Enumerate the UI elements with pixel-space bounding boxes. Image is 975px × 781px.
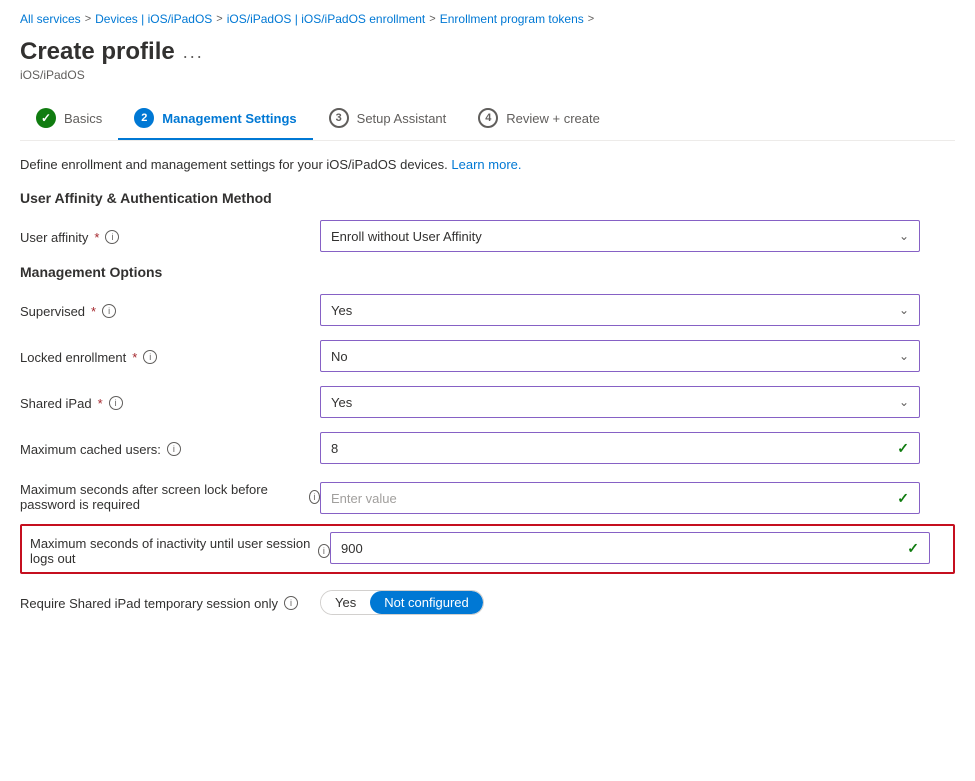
label-inactivity-text: Maximum seconds of inactivity until user… — [30, 536, 312, 566]
required-star-user-affinity: * — [94, 230, 99, 245]
tab-setup[interactable]: 3 Setup Assistant — [313, 98, 463, 140]
control-inactivity: 900 ✓ — [330, 532, 930, 564]
dropdown-shared-ipad[interactable]: Yes ⌄ — [320, 386, 920, 418]
label-screen-lock-text: Maximum seconds after screen lock before… — [20, 482, 303, 512]
tab-review-number: 4 — [478, 108, 498, 128]
dropdown-locked-enrollment-arrow: ⌄ — [899, 349, 909, 363]
label-inactivity: Maximum seconds of inactivity until user… — [30, 532, 330, 566]
label-locked-enrollment-text: Locked enrollment — [20, 350, 126, 365]
info-icon-supervised[interactable]: i — [102, 304, 116, 318]
breadcrumb-sep-4: > — [588, 13, 594, 25]
tab-basics[interactable]: ✓ Basics — [20, 98, 118, 140]
label-screen-lock: Maximum seconds after screen lock before… — [20, 476, 320, 512]
required-star-supervised: * — [91, 304, 96, 319]
tab-setup-label: Setup Assistant — [357, 111, 447, 126]
label-user-affinity-text: User affinity — [20, 230, 88, 245]
label-supervised: Supervised * i — [20, 302, 320, 319]
breadcrumb-ios-enrollment[interactable]: iOS/iPadOS | iOS/iPadOS enrollment — [227, 12, 426, 26]
control-screen-lock: Enter value ✓ — [320, 476, 920, 514]
section-user-affinity-header: User Affinity & Authentication Method — [20, 190, 955, 206]
info-icon-temp-session[interactable]: i — [284, 596, 298, 610]
info-icon-inactivity[interactable]: i — [318, 544, 330, 558]
form-row-locked-enrollment: Locked enrollment * i No ⌄ — [20, 338, 955, 374]
input-inactivity-check: ✓ — [907, 540, 919, 557]
info-icon-locked-enrollment[interactable]: i — [143, 350, 157, 364]
form-row-supervised: Supervised * i Yes ⌄ — [20, 292, 955, 328]
input-screen-lock-placeholder: Enter value — [331, 491, 397, 506]
label-max-cached-users-text: Maximum cached users: — [20, 442, 161, 457]
breadcrumb-sep-1: > — [85, 13, 91, 25]
section-management-options-header: Management Options — [20, 264, 955, 280]
input-max-cached-users-check: ✓ — [897, 440, 909, 457]
info-icon-screen-lock[interactable]: i — [309, 490, 320, 504]
input-screen-lock[interactable]: Enter value ✓ — [320, 482, 920, 514]
label-user-affinity: User affinity * i — [20, 228, 320, 245]
tabs-row: ✓ Basics 2 Management Settings 3 Setup A… — [20, 98, 955, 141]
control-user-affinity: Enroll without User Affinity ⌄ — [320, 220, 920, 252]
label-shared-ipad: Shared iPad * i — [20, 394, 320, 411]
label-shared-ipad-text: Shared iPad — [20, 396, 92, 411]
control-supervised: Yes ⌄ — [320, 294, 920, 326]
required-star-locked: * — [132, 350, 137, 365]
dropdown-shared-ipad-value: Yes — [331, 395, 352, 410]
tab-review[interactable]: 4 Review + create — [462, 98, 616, 140]
input-screen-lock-check: ✓ — [897, 490, 909, 507]
label-locked-enrollment: Locked enrollment * i — [20, 348, 320, 365]
breadcrumb-sep-2: > — [216, 13, 222, 25]
control-shared-ipad: Yes ⌄ — [320, 386, 920, 418]
toggle-yes-option[interactable]: Yes — [321, 591, 370, 614]
breadcrumb-sep-3: > — [429, 13, 435, 25]
dropdown-locked-enrollment[interactable]: No ⌄ — [320, 340, 920, 372]
description-text: Define enrollment and management setting… — [20, 157, 448, 172]
tab-management-label: Management Settings — [162, 111, 296, 126]
tab-basics-label: Basics — [64, 111, 102, 126]
dropdown-supervised[interactable]: Yes ⌄ — [320, 294, 920, 326]
dropdown-user-affinity[interactable]: Enroll without User Affinity ⌄ — [320, 220, 920, 252]
dropdown-supervised-value: Yes — [331, 303, 352, 318]
toggle-temp-session[interactable]: Yes Not configured — [320, 590, 484, 615]
highlighted-row-inactivity: Maximum seconds of inactivity until user… — [20, 524, 955, 574]
control-max-cached-users: 8 ✓ — [320, 432, 920, 464]
toggle-not-configured-option[interactable]: Not configured — [370, 591, 483, 614]
label-supervised-text: Supervised — [20, 304, 85, 319]
tab-management[interactable]: 2 Management Settings — [118, 98, 312, 140]
label-max-cached-users: Maximum cached users: i — [20, 440, 320, 457]
learn-more-link[interactable]: Learn more. — [451, 157, 521, 172]
page-subtitle: iOS/iPadOS — [20, 68, 955, 82]
info-icon-user-affinity[interactable]: i — [105, 230, 119, 244]
dropdown-user-affinity-arrow: ⌄ — [899, 229, 909, 243]
breadcrumb: All services > Devices | iOS/iPadOS > iO… — [20, 0, 955, 34]
info-icon-max-cached-users[interactable]: i — [167, 442, 181, 456]
form-row-shared-ipad: Shared iPad * i Yes ⌄ — [20, 384, 955, 420]
control-locked-enrollment: No ⌄ — [320, 340, 920, 372]
form-row-max-cached-users: Maximum cached users: i 8 ✓ — [20, 430, 955, 466]
tab-management-number: 2 — [134, 108, 154, 128]
dropdown-locked-enrollment-value: No — [331, 349, 348, 364]
page-title-row: Create profile ... — [20, 38, 955, 66]
tab-setup-number: 3 — [329, 108, 349, 128]
input-inactivity[interactable]: 900 ✓ — [330, 532, 930, 564]
label-temp-session-text: Require Shared iPad temporary session on… — [20, 596, 278, 611]
control-temp-session: Yes Not configured — [320, 590, 920, 615]
required-star-shared-ipad: * — [98, 396, 103, 411]
form-row-screen-lock: Maximum seconds after screen lock before… — [20, 476, 955, 514]
tab-review-label: Review + create — [506, 111, 600, 126]
dropdown-supervised-arrow: ⌄ — [899, 303, 909, 317]
form-row-temp-session: Require Shared iPad temporary session on… — [20, 584, 955, 620]
tab-basics-check-icon: ✓ — [36, 108, 56, 128]
page-menu-button[interactable]: ... — [183, 42, 204, 63]
page-title: Create profile — [20, 38, 175, 66]
breadcrumb-enrollment-tokens[interactable]: Enrollment program tokens — [440, 12, 584, 26]
form-row-user-affinity: User affinity * i Enroll without User Af… — [20, 218, 955, 254]
info-icon-shared-ipad[interactable]: i — [109, 396, 123, 410]
input-inactivity-value: 900 — [341, 541, 363, 556]
breadcrumb-devices-ios[interactable]: Devices | iOS/iPadOS — [95, 12, 212, 26]
input-max-cached-users-value: 8 — [331, 441, 338, 456]
input-max-cached-users[interactable]: 8 ✓ — [320, 432, 920, 464]
label-temp-session: Require Shared iPad temporary session on… — [20, 594, 320, 611]
page-description: Define enrollment and management setting… — [20, 157, 955, 172]
breadcrumb-all-services[interactable]: All services — [20, 12, 81, 26]
dropdown-user-affinity-value: Enroll without User Affinity — [331, 229, 482, 244]
dropdown-shared-ipad-arrow: ⌄ — [899, 395, 909, 409]
